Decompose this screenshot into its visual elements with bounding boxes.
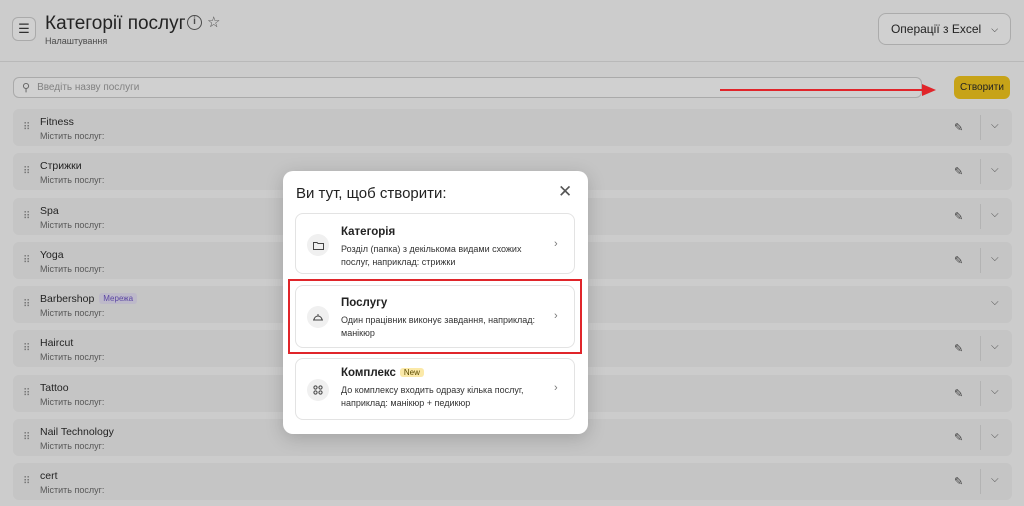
option-description: До комплексу входить одразу кілька послу… bbox=[341, 385, 524, 408]
chevron-right-icon: › bbox=[554, 382, 558, 394]
close-icon[interactable]: ✕ bbox=[558, 183, 572, 200]
option-description: Розділ (папка) з декількома видами схожи… bbox=[341, 244, 522, 267]
highlight-box bbox=[288, 279, 582, 354]
option-title: Категорія bbox=[341, 226, 396, 238]
folder-icon bbox=[307, 234, 329, 256]
annotation-arrow-line bbox=[720, 89, 928, 91]
grid-icon bbox=[307, 379, 329, 401]
chevron-right-icon: › bbox=[554, 238, 558, 250]
option-complex[interactable]: Комплекс New До комплексу входить одразу … bbox=[295, 358, 575, 420]
option-title: Комплекс New bbox=[341, 367, 424, 379]
option-title-text: Комплекс bbox=[341, 367, 396, 379]
modal-title: Ви тут, щоб створити: bbox=[296, 185, 447, 202]
annotation-arrow-head bbox=[922, 84, 936, 96]
option-category[interactable]: Категорія Розділ (папка) з декількома ви… bbox=[295, 213, 575, 274]
new-badge: New bbox=[399, 368, 424, 377]
